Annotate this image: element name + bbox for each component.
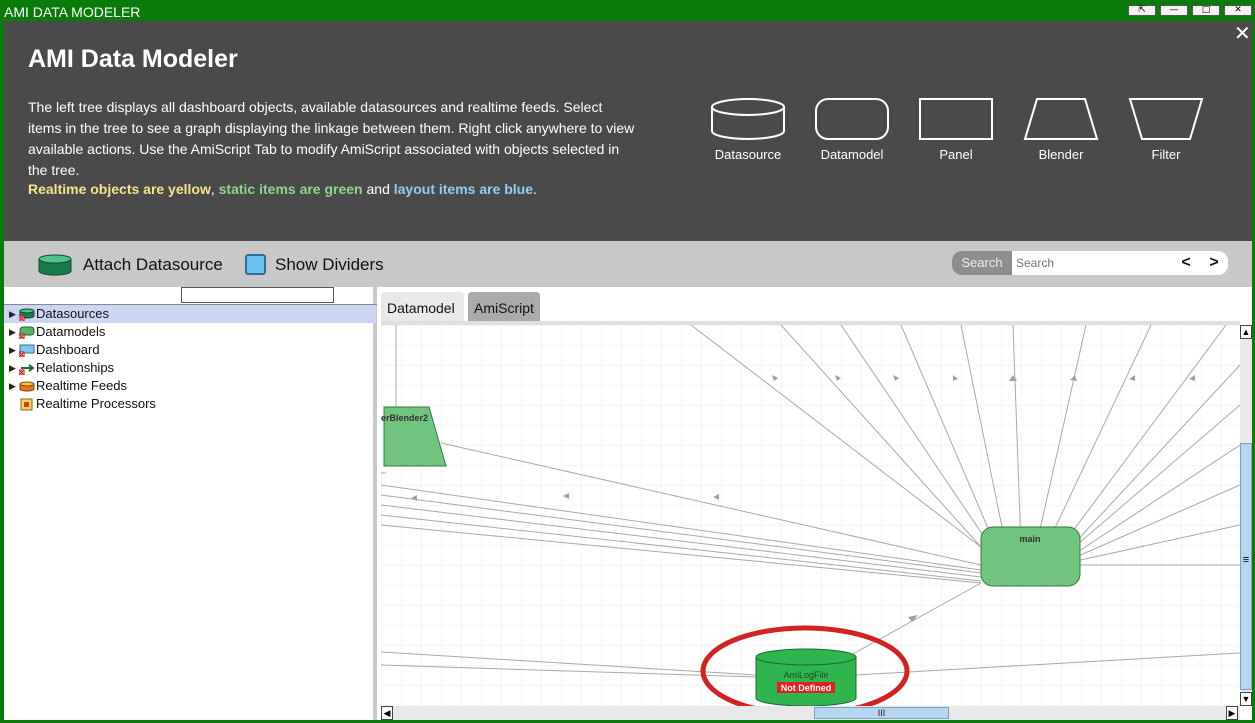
grip-icon: III <box>877 708 886 718</box>
attach-datasource-button[interactable]: Attach Datasource <box>83 255 223 275</box>
vertical-scroll-thumb[interactable]: ≡ <box>1240 443 1252 690</box>
tree-item-dashboard[interactable]: ▶ Dashboard <box>4 341 376 359</box>
tree-item-realtime-feeds[interactable]: ▶ Realtime Feeds <box>4 377 376 395</box>
header-description: The left tree displays all dashboard obj… <box>28 99 635 178</box>
shape-key-label: Blender <box>1038 147 1084 162</box>
graph-canvas[interactable]: erBlender2 main AmiLogFile Not Defined <box>381 321 1240 706</box>
realtime-processor-icon <box>20 398 33 411</box>
tree-item-datasources[interactable]: ▶ Datasources <box>4 305 376 323</box>
legend-realtime: Realtime objects are yellow <box>28 181 211 197</box>
close-icon[interactable]: ✕ <box>1234 21 1251 46</box>
shape-key-panel: Panel <box>908 97 1004 162</box>
datasource-shape-icon <box>711 98 785 140</box>
tree-item-relationships[interactable]: ▶ Relationships <box>4 359 376 377</box>
search-nav: < > <box>1172 251 1228 275</box>
expand-arrow-icon[interactable]: ▶ <box>9 359 16 377</box>
legend-end: . <box>533 181 537 197</box>
tree-item-label: Datasources <box>36 306 109 321</box>
tree-item-label: Realtime Feeds <box>36 378 128 393</box>
show-dividers-label[interactable]: Show Dividers <box>275 255 384 275</box>
shape-key-filter: Filter <box>1118 97 1214 162</box>
shape-key-datasource: Datasource <box>700 97 796 162</box>
horizontal-scrollbar[interactable]: ◀ III ▶ <box>381 706 1240 720</box>
legend-sep: , <box>210 181 219 197</box>
info-header: AMI Data Modeler ✕ The left tree display… <box>4 21 1252 241</box>
window-titlebar: AMI DATA MODELER <box>0 0 1255 21</box>
relationship-icon <box>19 364 35 375</box>
horizontal-scroll-thumb[interactable]: III <box>814 707 949 719</box>
shape-key-label: Panel <box>939 147 973 162</box>
scroll-up-button[interactable]: ▲ <box>1240 325 1252 339</box>
shape-key-datamodel: Datamodel <box>804 97 900 162</box>
datamodel-node-label: main <box>1019 534 1040 544</box>
view-tabs: Datamodel AmiScript <box>381 287 1252 322</box>
grip-icon: ≡ <box>1242 554 1250 566</box>
datamodel-shape-icon <box>815 98 889 140</box>
search-input[interactable] <box>1012 251 1172 275</box>
tree-item-label: Realtime Processors <box>36 396 156 411</box>
tab-datamodel[interactable]: Datamodel <box>381 292 464 322</box>
shape-key-label: Datasource <box>714 147 782 162</box>
search-prev-button[interactable]: < <box>1172 251 1200 275</box>
datamodel-icon <box>19 326 35 339</box>
scroll-left-button[interactable]: ◀ <box>381 706 393 720</box>
legend-static: static items are green <box>218 181 363 197</box>
expand-arrow-icon[interactable]: ▶ <box>9 305 16 323</box>
blender-node-label: erBlender2 <box>381 413 428 423</box>
datasource-icon <box>19 308 35 321</box>
filter-shape-icon <box>1128 98 1204 140</box>
blender-shape-icon <box>1023 98 1099 140</box>
color-legend: Realtime objects are yellow, static item… <box>28 179 537 200</box>
tree-filter-input[interactable] <box>181 287 334 303</box>
window-title: AMI DATA MODELER <box>4 4 141 20</box>
search-next-button[interactable]: > <box>1200 251 1228 275</box>
vertical-scrollbar[interactable]: ▲ ≡ ▼ <box>1240 325 1252 706</box>
legend-sep: and <box>362 181 394 197</box>
datasource-node-amilogfile[interactable]: AmiLogFile Not Defined <box>755 648 857 706</box>
datasource-node-label: AmiLogFile <box>783 670 828 680</box>
tree-item-label: Datamodels <box>36 324 106 339</box>
page-title: AMI Data Modeler <box>28 45 238 73</box>
window-close-button[interactable]: ✕ <box>1224 5 1252 16</box>
scroll-down-button[interactable]: ▼ <box>1240 692 1252 706</box>
shape-key-label: Datamodel <box>820 147 884 162</box>
maximize-button[interactable]: □ <box>1192 5 1220 16</box>
minimize-button[interactable]: — <box>1160 5 1188 16</box>
tree-item-label: Dashboard <box>36 342 100 357</box>
realtime-feed-icon <box>19 381 35 392</box>
app-window: AMI DATA MODELER ⇱ — □ ✕ AMI Data Modele… <box>0 0 1255 723</box>
search-button[interactable]: Search <box>952 251 1012 275</box>
shape-key-label: Filter <box>1151 147 1181 162</box>
tree-item-datamodels[interactable]: ▶ Datamodels <box>4 323 376 341</box>
modeler-panel: AMI Data Modeler ✕ The left tree display… <box>4 21 1252 720</box>
attach-datasource-icon[interactable] <box>38 254 72 276</box>
expand-arrow-icon[interactable]: ▶ <box>9 377 16 395</box>
shape-key-blender: Blender <box>1013 97 1109 162</box>
datamodel-node-main[interactable]: main <box>980 526 1081 587</box>
toolbar: Attach Datasource Show Dividers Search <… <box>4 241 1252 287</box>
object-tree: ▶ Datasources ▶ Datamodels ▶ Dashboard ▶… <box>4 287 377 720</box>
expand-arrow-icon[interactable]: ▶ <box>9 341 16 359</box>
tree-item-label: Relationships <box>36 360 115 375</box>
linkage-graph[interactable]: erBlender2 main AmiLogFile Not Defined <box>381 325 1240 706</box>
tab-amiscript[interactable]: AmiScript <box>468 292 540 322</box>
expand-arrow-icon[interactable]: ▶ <box>9 323 16 341</box>
dashboard-icon <box>19 344 35 357</box>
tree-item-realtime-processors[interactable]: Realtime Processors <box>4 395 376 413</box>
popout-button[interactable]: ⇱ <box>1128 5 1156 16</box>
scroll-right-button[interactable]: ▶ <box>1226 706 1238 720</box>
show-dividers-checkbox[interactable] <box>245 254 266 275</box>
datasource-status-badge: Not Defined <box>781 683 832 693</box>
panel-shape-icon <box>919 98 993 140</box>
legend-layout: layout items are blue <box>393 181 534 197</box>
